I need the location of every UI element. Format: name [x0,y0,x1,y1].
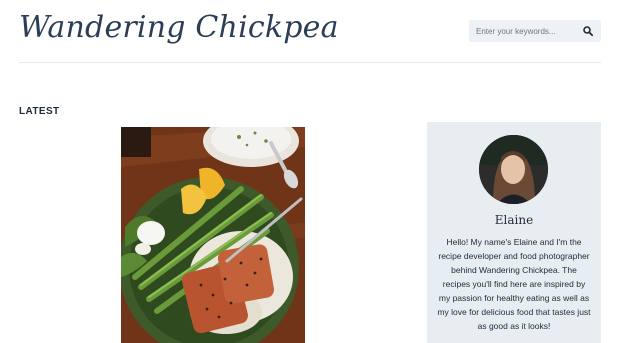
salmon-bowl-photo [121,127,305,343]
author-avatar [479,135,548,204]
author-card: Elaine Hello! My name's Elaine and I'm t… [427,122,601,343]
latest-heading: LATEST [19,106,60,117]
search-input[interactable] [469,20,577,42]
author-bio: Hello! My name's Elaine and I'm the reci… [437,237,591,331]
latest-post-image[interactable] [121,127,305,343]
author-portrait [479,135,548,204]
search-form [469,20,601,42]
site-logo-title[interactable]: Wandering Chickpea [19,8,339,48]
header-divider [19,62,601,63]
author-name: Elaine [494,213,534,227]
search-button[interactable] [577,20,599,42]
search-icon [583,26,593,36]
